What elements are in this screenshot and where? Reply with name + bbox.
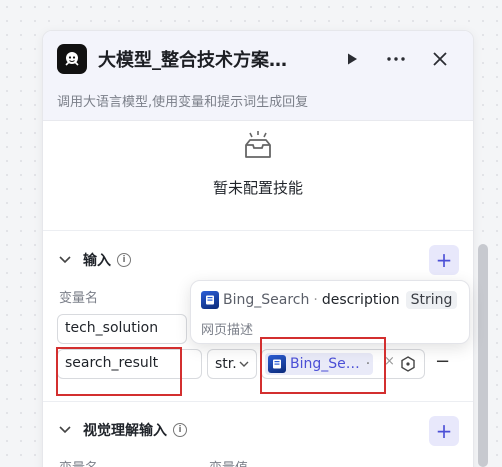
add-vision-input-button[interactable]: +: [429, 416, 459, 446]
tooltip-type-badge: String: [405, 291, 458, 309]
input-section-title: 输入: [83, 253, 111, 269]
chevron-down-icon[interactable]: [59, 424, 71, 437]
tooltip-field-name: description: [321, 292, 400, 308]
bing-search-icon: [201, 291, 219, 309]
input-section-header[interactable]: 输入 i: [59, 250, 131, 270]
type-select-value: str.: [215, 356, 237, 372]
close-icon[interactable]: [429, 48, 451, 70]
vision-section-header[interactable]: 视觉理解输入 i: [59, 420, 187, 440]
tooltip-node-name: Bing_Search: [223, 292, 310, 308]
tooltip-separator: ·: [313, 292, 318, 308]
empty-box-icon: [241, 129, 275, 167]
info-icon[interactable]: i: [173, 423, 187, 437]
chevron-down-icon: [239, 356, 249, 372]
variable-tooltip: Bing_Search · description String 网页描述: [190, 280, 470, 344]
col-label-name: 变量名: [59, 457, 98, 467]
info-icon[interactable]: i: [117, 253, 131, 267]
node-config-panel: 大模型_整合技术方案… 调用大语言模型,使用变量和提示词生成回复 暂未配置技能 …: [42, 30, 474, 467]
add-input-button[interactable]: +: [429, 245, 459, 275]
remove-row-icon[interactable]: −: [435, 351, 450, 372]
scrollbar[interactable]: [478, 244, 488, 467]
var-name-input[interactable]: tech_solution: [57, 314, 187, 344]
node-description: 调用大语言模型,使用变量和提示词生成回复: [57, 95, 309, 110]
chevron-down-icon[interactable]: [59, 254, 71, 267]
llm-logo-icon: [57, 44, 87, 74]
col-label-value: 变量值: [209, 457, 248, 467]
highlight-box: [260, 337, 386, 394]
col-label-name: 变量名: [59, 291, 99, 306]
play-icon[interactable]: [341, 48, 363, 70]
empty-skills-text: 暂未配置技能: [212, 179, 303, 197]
tooltip-header: Bing_Search · description String: [201, 291, 458, 309]
tooltip-description: 网页描述: [201, 323, 254, 338]
more-icon[interactable]: [385, 48, 407, 70]
section-divider: [43, 401, 473, 402]
variable-picker-icon[interactable]: [400, 356, 416, 376]
node-title[interactable]: 大模型_整合技术方案…: [98, 46, 318, 72]
type-select[interactable]: str.: [207, 349, 257, 379]
vision-section-title: 视觉理解输入: [83, 423, 167, 439]
panel-header: 大模型_整合技术方案… 调用大语言模型,使用变量和提示词生成回复: [43, 31, 473, 121]
highlight-box: [56, 347, 182, 396]
